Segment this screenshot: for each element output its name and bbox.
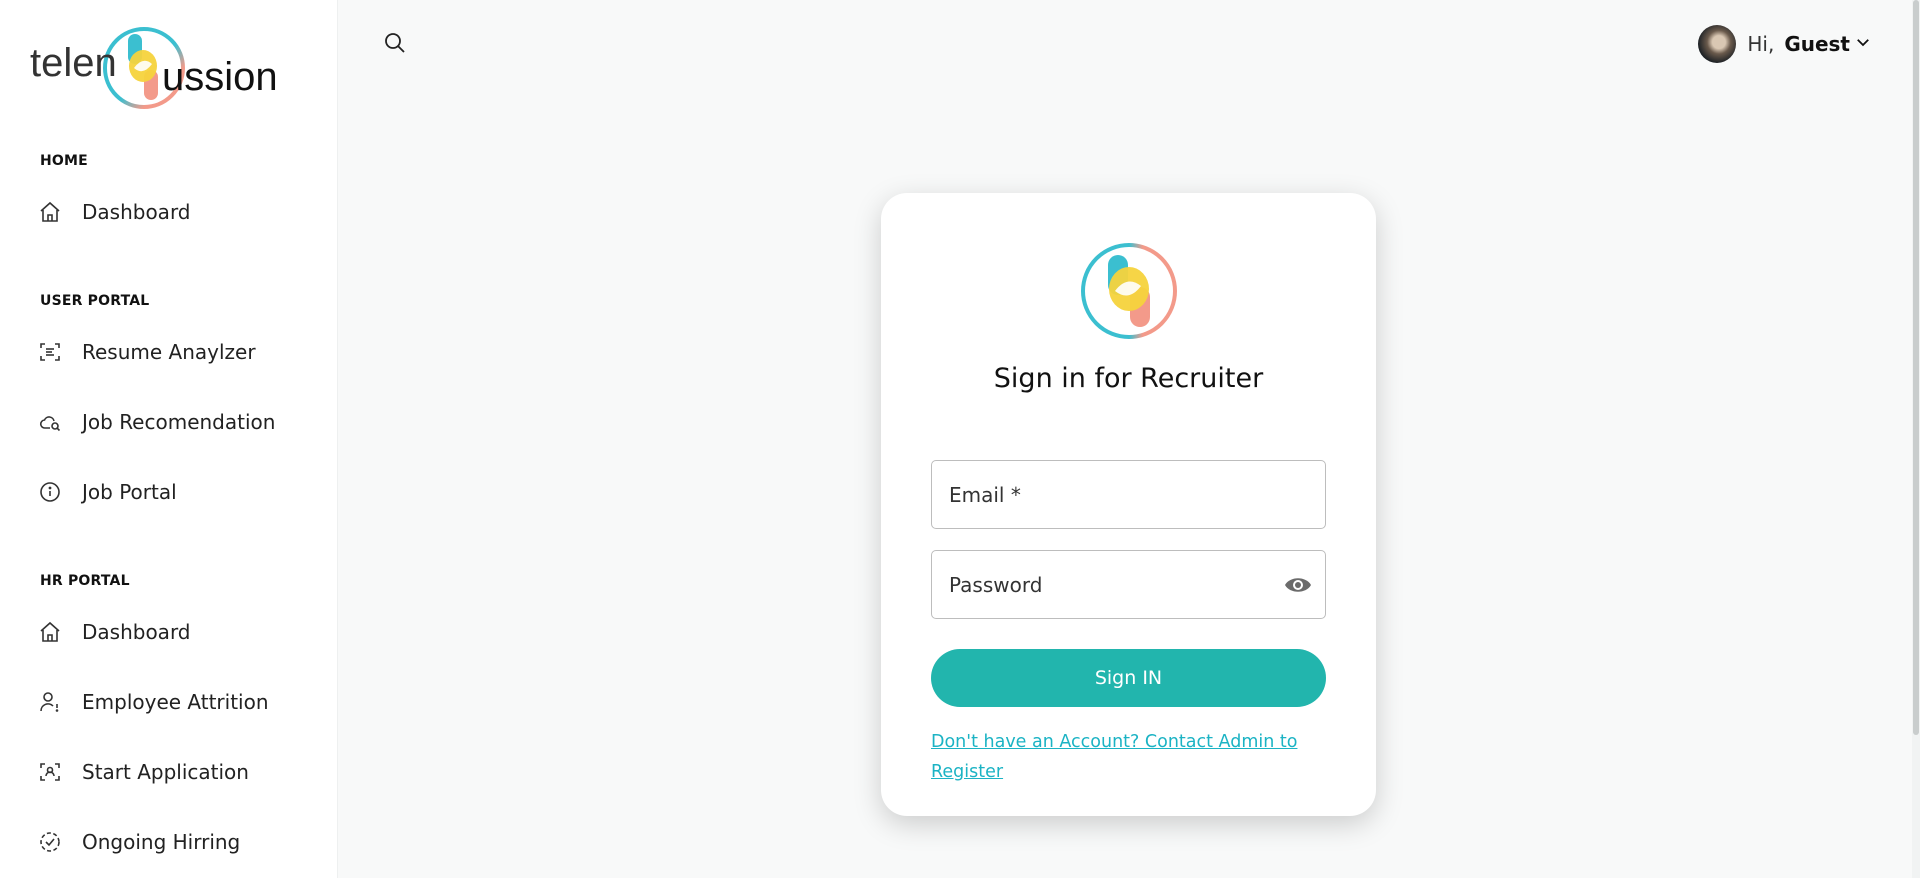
sidebar: telen ussion HOME Dashboard USER PORTAL … <box>0 0 338 878</box>
sidebar-item-label: Job Recomendation <box>82 410 276 434</box>
sidebar-item-job-recommendation[interactable]: Job Recomendation <box>36 402 316 442</box>
telenussion-logo[interactable]: telen ussion <box>30 22 280 112</box>
login-card: Sign in for Recruiter Email * Password S… <box>881 193 1376 816</box>
register-link[interactable]: Don't have an Account? Contact Admin to … <box>931 727 1311 787</box>
email-field[interactable]: Email * <box>931 460 1326 529</box>
chevron-down-icon[interactable] <box>1854 33 1872 55</box>
sidebar-item-ongoing-hiring[interactable]: Ongoing Hirring <box>36 822 316 862</box>
sidebar-item-label: Dashboard <box>82 620 191 644</box>
search-button[interactable] <box>380 30 410 60</box>
page-scrollbar[interactable] <box>1912 0 1920 878</box>
password-field[interactable]: Password <box>931 550 1326 619</box>
cloud-search-icon <box>36 408 64 436</box>
info-circle-icon <box>36 478 64 506</box>
section-label-home: HOME <box>40 153 88 169</box>
section-label-hr-portal: HR PORTAL <box>40 573 130 589</box>
avatar[interactable] <box>1698 25 1737 63</box>
home-icon <box>36 618 64 646</box>
scan-user-icon <box>36 758 64 786</box>
password-field-label: Password <box>949 572 1043 597</box>
sidebar-item-employee-attrition[interactable]: Employee Attrition <box>36 682 316 722</box>
sidebar-item-label: Employee Attrition <box>82 690 269 714</box>
home-icon <box>36 198 64 226</box>
sidebar-item-label: Resume Anaylzer <box>82 340 256 364</box>
sidebar-item-label: Dashboard <box>82 200 191 224</box>
sidebar-item-dashboard[interactable]: Dashboard <box>36 192 316 232</box>
user-alert-icon <box>36 688 64 716</box>
sidebar-item-job-portal[interactable]: Job Portal <box>36 472 316 512</box>
email-field-label: Email * <box>949 482 1021 507</box>
sidebar-item-label: Start Application <box>82 760 249 784</box>
logo-text-left: telen <box>30 41 117 85</box>
scan-document-icon <box>36 338 64 366</box>
greeting-text: Hi, <box>1747 32 1775 56</box>
user-menu[interactable]: Hi, Guest <box>1698 24 1872 64</box>
username-text: Guest <box>1784 32 1850 56</box>
sidebar-item-label: Job Portal <box>82 480 177 504</box>
page-title: Sign in for Recruiter <box>993 363 1264 394</box>
sidebar-item-resume-analyzer[interactable]: Resume Anaylzer <box>36 332 316 372</box>
scrollbar-thumb[interactable] <box>1913 0 1919 735</box>
logo-text-right: ussion <box>162 55 278 99</box>
eye-icon[interactable] <box>1283 571 1313 599</box>
search-icon <box>383 31 407 59</box>
check-circle-dashed-icon <box>36 828 64 856</box>
sidebar-item-start-application[interactable]: Start Application <box>36 752 316 792</box>
sidebar-item-label: Ongoing Hirring <box>82 830 241 854</box>
brand-mark-icon <box>1079 241 1179 341</box>
sign-in-button[interactable]: Sign IN <box>931 649 1326 707</box>
sidebar-item-hr-dashboard[interactable]: Dashboard <box>36 612 316 652</box>
section-label-user-portal: USER PORTAL <box>40 293 150 309</box>
